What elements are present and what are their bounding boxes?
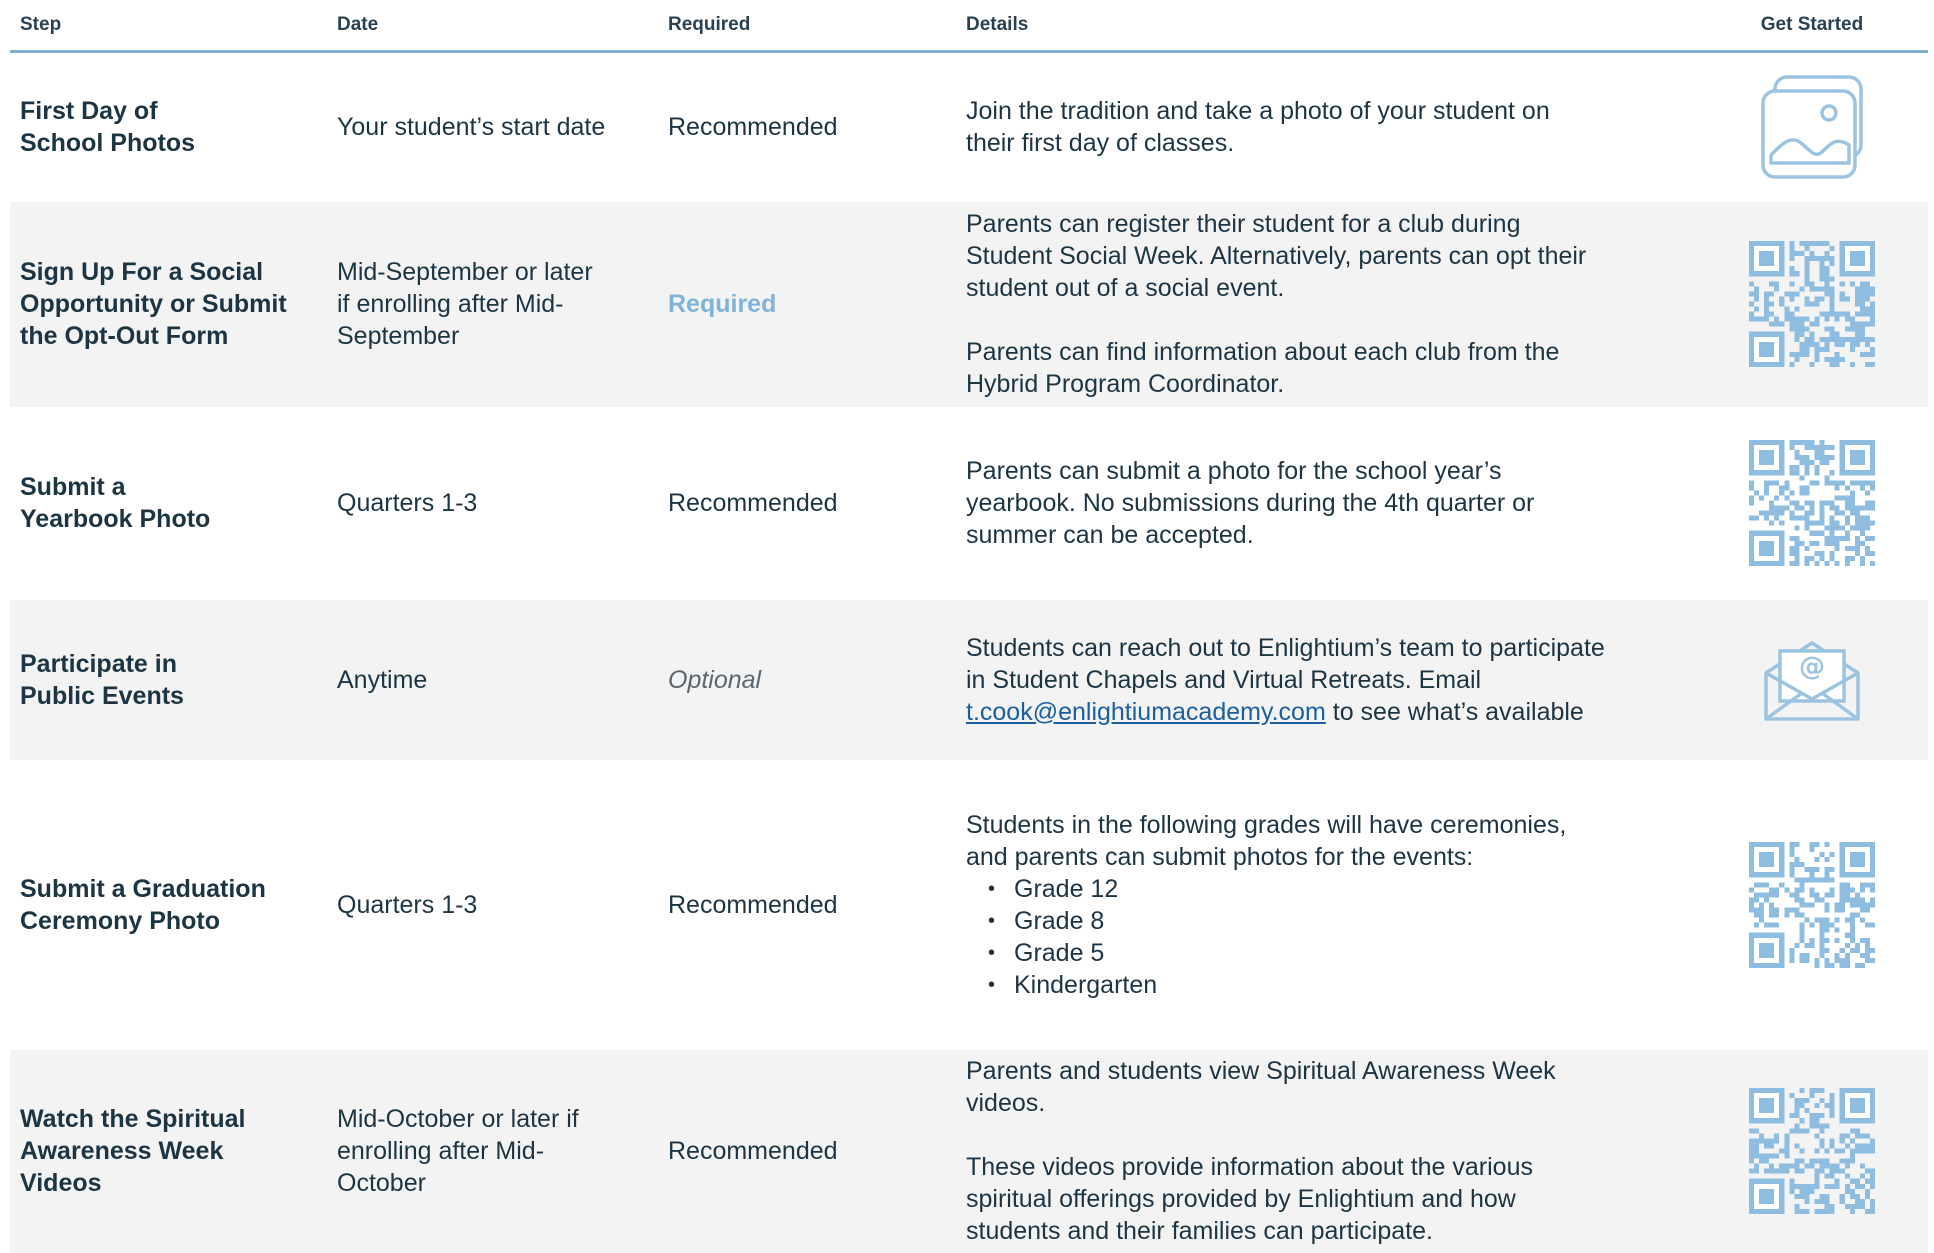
required-cell: Recommended bbox=[668, 890, 838, 919]
step-cell: Submit a Graduation Ceremony Photo bbox=[10, 760, 327, 1050]
column-header-required: Required bbox=[658, 0, 956, 53]
qr-code-icon[interactable] bbox=[1749, 1088, 1875, 1214]
table-row: Sign Up For a Social Opportunity or Subm… bbox=[10, 201, 1928, 407]
table-row: Submit a Graduation Ceremony Photo Quart… bbox=[10, 760, 1928, 1050]
list-item: Grade 8 bbox=[988, 905, 1696, 937]
at-sign-glyph: @ bbox=[1799, 652, 1825, 682]
required-cell: Required bbox=[658, 201, 956, 407]
email-icon[interactable]: @ bbox=[1762, 637, 1862, 723]
date-cell: Anytime bbox=[327, 599, 658, 760]
details-cell: Join the tradition and take a photo of y… bbox=[956, 52, 1696, 202]
qr-code-icon[interactable] bbox=[1749, 440, 1875, 566]
details-cell: Students in the following grades will ha… bbox=[956, 760, 1696, 1050]
page: Step Date Required Details Get Started F… bbox=[0, 0, 1934, 1253]
list-item: Grade 5 bbox=[988, 937, 1696, 969]
table-row: Submit a Yearbook Photo Quarters 1-3 Rec… bbox=[10, 407, 1928, 600]
details-text-before: Students can reach out to Enlightium’s t… bbox=[966, 633, 1605, 694]
details-cell: Parents can submit a photo for the schoo… bbox=[956, 407, 1696, 600]
step-cell: Sign Up For a Social Opportunity or Subm… bbox=[10, 201, 327, 407]
get-started-cell bbox=[1696, 760, 1928, 1050]
grade-list: Grade 12 Grade 8 Grade 5 Kindergarten bbox=[966, 873, 1696, 1001]
step-text: Participate in Public Events bbox=[20, 649, 184, 710]
step-text: Submit a Graduation Ceremony Photo bbox=[20, 874, 266, 935]
column-header-details: Details bbox=[956, 0, 1696, 53]
details-text: Parents can register their student for a… bbox=[966, 210, 1587, 302]
table-header-row: Step Date Required Details Get Started bbox=[10, 0, 1928, 53]
date-text: Mid-September or later if enrolling afte… bbox=[337, 258, 593, 350]
step-text: Watch the Spiritual Awareness Week Video… bbox=[20, 1105, 246, 1197]
get-started-cell bbox=[1696, 52, 1928, 202]
details-text: These videos provide information about t… bbox=[966, 1153, 1533, 1245]
date-text: Mid-October or later if enrolling after … bbox=[337, 1105, 579, 1197]
details-text: Students can reach out to Enlightium’s t… bbox=[966, 632, 1616, 728]
step-cell: First Day of School Photos bbox=[10, 52, 327, 202]
qr-code-icon[interactable] bbox=[1749, 841, 1875, 968]
details-text: Parents and students view Spiritual Awar… bbox=[966, 1057, 1556, 1117]
get-started-cell: @ bbox=[1696, 599, 1928, 760]
date-cell: Quarters 1-3 bbox=[337, 890, 478, 919]
date-cell: Mid-October or later if enrolling after … bbox=[327, 1049, 658, 1253]
step-cell: Watch the Spiritual Awareness Week Video… bbox=[10, 1049, 327, 1253]
step-text: Sign Up For a Social Opportunity or Subm… bbox=[20, 258, 287, 350]
details-text: Join the tradition and take a photo of y… bbox=[966, 97, 1550, 158]
qr-code-icon[interactable] bbox=[1749, 241, 1875, 367]
details-cell: Parents and students view Spiritual Awar… bbox=[956, 1049, 1696, 1253]
table-row: Watch the Spiritual Awareness Week Video… bbox=[10, 1049, 1928, 1253]
required-cell: Optional bbox=[658, 599, 956, 760]
details-text: Students in the following grades will ha… bbox=[966, 810, 1567, 871]
details-text: Parents can submit a photo for the schoo… bbox=[966, 457, 1535, 549]
list-item: Kindergarten bbox=[988, 969, 1696, 1001]
required-cell: Recommended bbox=[668, 489, 838, 517]
required-cell: Recommended bbox=[658, 1049, 956, 1253]
details-cell: Parents can register their student for a… bbox=[956, 201, 1696, 407]
details-cell: Students can reach out to Enlightium’s t… bbox=[956, 599, 1696, 760]
column-header-step: Step bbox=[10, 0, 327, 53]
get-started-cell bbox=[1696, 201, 1928, 407]
column-header-get-started: Get Started bbox=[1696, 0, 1928, 53]
step-cell: Submit a Yearbook Photo bbox=[10, 407, 327, 600]
list-item: Grade 12 bbox=[988, 873, 1696, 905]
email-link[interactable]: t.cook@enlightiumacademy.com bbox=[966, 698, 1326, 726]
table-row: First Day of School Photos Your student’… bbox=[10, 52, 1928, 202]
get-started-cell bbox=[1696, 407, 1928, 600]
date-cell: Mid-September or later if enrolling afte… bbox=[327, 201, 658, 407]
step-text: Submit a Yearbook Photo bbox=[20, 473, 211, 533]
step-text: First Day of School Photos bbox=[20, 97, 195, 158]
details-text-after: to see what’s available bbox=[1332, 697, 1584, 726]
details-text: Parents can find information about each … bbox=[966, 338, 1560, 398]
column-header-date: Date bbox=[327, 0, 658, 53]
step-cell: Participate in Public Events bbox=[10, 599, 327, 760]
date-cell: Your student’s start date bbox=[337, 113, 606, 142]
steps-table: Step Date Required Details Get Started F… bbox=[10, 0, 1928, 1253]
date-cell: Quarters 1-3 bbox=[337, 489, 478, 517]
table-row: Participate in Public Events Anytime Opt… bbox=[10, 599, 1928, 760]
get-started-cell bbox=[1696, 1049, 1928, 1253]
required-cell: Recommended bbox=[668, 113, 838, 142]
photo-icon[interactable] bbox=[1757, 71, 1867, 183]
